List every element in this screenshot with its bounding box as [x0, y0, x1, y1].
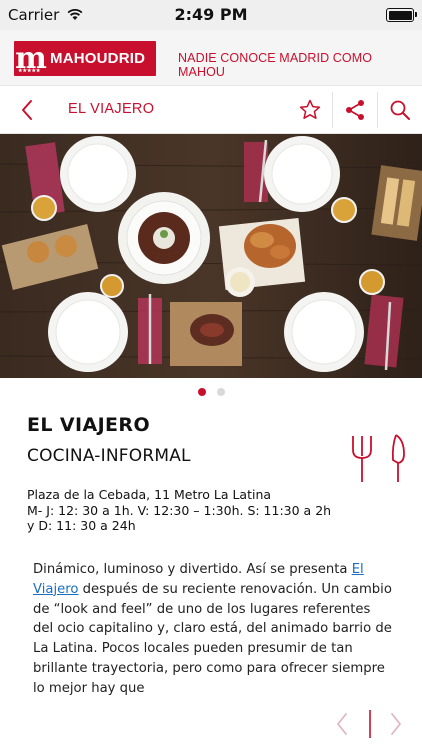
brand-header: m ★★★★★ MAHOUDRID NADIE CONOCE MADRID CO… [0, 30, 422, 86]
chevron-right-icon [391, 713, 401, 735]
logo-mark: m ★★★★★ [14, 41, 48, 76]
article-pager [337, 710, 401, 738]
logo-stars: ★★★★★ [18, 68, 41, 74]
star-icon [299, 99, 320, 119]
hours-line: M- J: 12: 30 a 1h. V: 12:30 – 1:30h. S: … [27, 502, 332, 518]
share-icon [346, 100, 364, 120]
chevron-left-icon [337, 713, 347, 735]
hours-line: y D: 11: 30 a 24h [27, 518, 136, 533]
battery-icon [386, 8, 417, 22]
venue-category: COCINA-INFORMAL [27, 446, 191, 466]
restaurant-photo[interactable] [0, 134, 422, 378]
nav-title: EL VIAJERO [68, 101, 155, 117]
venue-name: EL VIAJERO [27, 414, 151, 436]
share-button[interactable] [332, 92, 377, 128]
venue-description: Dinámico, luminoso y divertido. Así se p… [33, 560, 393, 699]
battery-level [388, 10, 412, 20]
gallery-pager[interactable] [0, 388, 422, 396]
chevron-left-icon[interactable] [16, 98, 40, 122]
venue-address-hours: Plaza de la Cebada, 11 Metro La Latina M… [27, 487, 407, 534]
status-bar: Carrier 2:49 PM [0, 0, 422, 30]
nav-actions [287, 92, 422, 128]
address-line: Plaza de la Cebada, 11 Metro La Latina [27, 487, 272, 502]
fork-knife-icon [352, 434, 405, 482]
mahoudrid-logo[interactable]: m ★★★★★ MAHOUDRID [14, 41, 156, 76]
description-text: después de su reciente renovación. Un ca… [33, 581, 392, 696]
prev-button[interactable] [337, 713, 347, 735]
nav-bar: EL VIAJERO [0, 86, 422, 134]
logo-text: MAHOUDRID [50, 50, 146, 67]
pager-dot[interactable] [216, 388, 225, 396]
next-button[interactable] [391, 713, 401, 735]
status-time: 2:49 PM [174, 5, 248, 24]
search-icon [390, 100, 410, 120]
search-button[interactable] [377, 92, 422, 128]
brand-tagline: NADIE CONOCE MADRID COMO MAHOU [178, 51, 373, 79]
pager-dot[interactable] [197, 388, 206, 396]
description-text: Dinámico, luminoso y divertido. Así se p… [33, 562, 352, 577]
favorite-button[interactable] [287, 92, 332, 128]
